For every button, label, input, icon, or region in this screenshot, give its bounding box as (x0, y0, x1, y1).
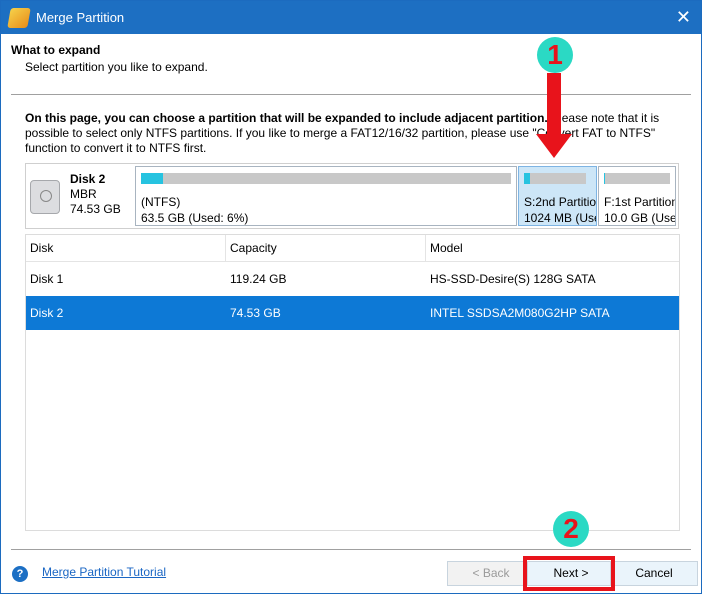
window-title: Merge Partition (36, 10, 125, 25)
annotation-highlight-box (523, 556, 615, 591)
step-2-badge: 2 (553, 511, 589, 547)
disk-name: Disk 2 (70, 172, 106, 186)
back-button[interactable]: < Back (447, 561, 535, 586)
cell-disk: Disk 1 (30, 272, 64, 286)
table-header: Disk Capacity Model (26, 235, 679, 262)
tutorial-link[interactable]: Merge Partition Tutorial (42, 565, 166, 579)
cancel-button[interactable]: Cancel (610, 561, 698, 586)
column-capacity[interactable]: Capacity (226, 235, 426, 261)
partition-detail: 1024 MB (Used (524, 211, 596, 225)
annotation-arrow-head (536, 134, 572, 158)
usage-bar (604, 173, 670, 184)
disk-type: MBR (70, 187, 97, 201)
description: On this page, you can choose a partition… (25, 111, 675, 156)
disk-map: Disk 2 MBR 74.53 GB (NTFS) 63.5 GB (Used… (25, 163, 679, 229)
partition-label: S:2nd Partition (524, 195, 597, 209)
app-icon (7, 7, 31, 28)
usage-fill (604, 173, 606, 184)
usage-fill (141, 173, 164, 184)
partition-label: (NTFS) (141, 195, 181, 209)
divider (11, 94, 691, 95)
cell-capacity: 119.24 GB (230, 272, 287, 286)
section-heading: What to expand (11, 43, 101, 57)
usage-bar (524, 173, 586, 184)
annotation-arrow (547, 73, 561, 135)
step-1-badge: 1 (537, 37, 573, 73)
disk-table: Disk Capacity Model Disk 1 119.24 GB HS-… (25, 234, 680, 531)
hard-disk-icon (30, 180, 60, 214)
cell-model: INTEL SSDSA2M080G2HP SATA (430, 306, 610, 320)
help-icon[interactable]: ? (12, 566, 28, 582)
partition-detail: 10.0 GB (Used (604, 211, 676, 225)
partition-ntfs[interactable]: (NTFS) 63.5 GB (Used: 6%) (135, 166, 517, 226)
partition-f[interactable]: F:1st Partition 10.0 GB (Used (598, 166, 676, 226)
partition-s[interactable]: S:2nd Partition 1024 MB (Used (518, 166, 597, 226)
partition-label: F:1st Partition (604, 195, 676, 209)
table-row-selected[interactable]: Disk 2 74.53 GB INTEL SSDSA2M080G2HP SAT… (26, 296, 679, 330)
usage-bar (141, 173, 511, 184)
divider (11, 549, 691, 550)
section-subheading: Select partition you like to expand. (25, 60, 208, 74)
cell-capacity: 74.53 GB (230, 306, 281, 320)
table-row[interactable]: Disk 1 119.24 GB HS-SSD-Desire(S) 128G S… (26, 262, 679, 296)
column-disk[interactable]: Disk (26, 235, 226, 261)
disk-size: 74.53 GB (70, 202, 121, 216)
cell-disk: Disk 2 (30, 306, 64, 320)
merge-partition-dialog: Merge Partition ✕ What to expand Select … (0, 0, 702, 594)
column-model[interactable]: Model (426, 235, 679, 261)
description-bold: On this page, you can choose a partition… (25, 111, 548, 125)
usage-fill (524, 173, 531, 184)
partition-detail: 63.5 GB (Used: 6%) (141, 211, 249, 225)
close-button[interactable]: ✕ (676, 7, 691, 28)
title-bar: Merge Partition ✕ (1, 1, 701, 34)
cell-model: HS-SSD-Desire(S) 128G SATA (430, 272, 596, 286)
disk-info[interactable]: Disk 2 MBR 74.53 GB (30, 172, 121, 217)
